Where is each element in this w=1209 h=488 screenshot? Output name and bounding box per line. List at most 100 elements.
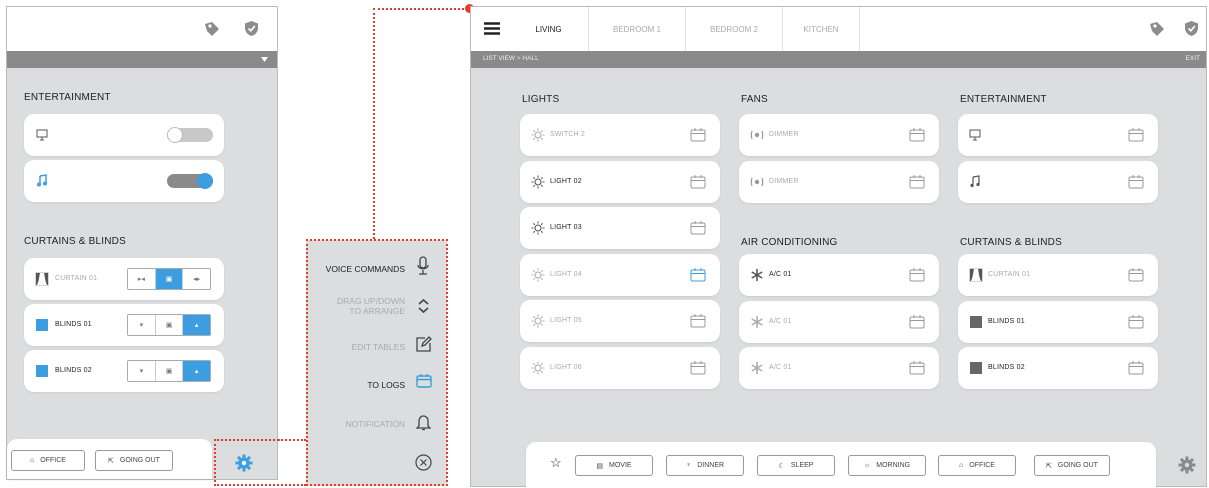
snowflake-icon: [750, 268, 764, 287]
segment-1[interactable]: ▣: [156, 361, 184, 381]
calendar-icon[interactable]: [909, 314, 925, 334]
tab-label: BEDROOM 1: [612, 24, 661, 34]
device-card[interactable]: [958, 160, 1158, 203]
device-label: A/C 01: [769, 364, 792, 371]
calendar-icon[interactable]: [909, 267, 925, 287]
callout-box-menu: [306, 239, 448, 486]
dinner-icon: ♆: [685, 462, 692, 469]
device-card[interactable]: SWITCH 2: [520, 114, 720, 156]
curtain-control[interactable]: ▾ ▣ ▴: [127, 360, 211, 382]
sleep-icon: ☾: [778, 462, 785, 470]
device-card[interactable]: BLINDS 01: [958, 300, 1158, 343]
shield-icon[interactable]: [244, 20, 259, 37]
device-label: DIMMER: [769, 177, 799, 185]
segment-2[interactable]: ▴: [183, 315, 211, 335]
curtain-control[interactable]: ▸◂ ▣ ◂▸: [127, 268, 211, 290]
callout-link-gear: [278, 439, 306, 441]
going-out-icon: ⇱: [108, 457, 114, 465]
segment-1[interactable]: ▣: [155, 269, 184, 289]
tag-icon[interactable]: [1149, 21, 1165, 37]
device-card[interactable]: A/C 01: [739, 300, 939, 343]
curtain-row[interactable]: BLINDS 01 ▾ ▣ ▴: [24, 304, 224, 346]
segment-0[interactable]: ▾: [128, 361, 156, 381]
scene-office-button[interactable]: ⌂ OFFICE: [938, 455, 1016, 476]
toggle-knob: [167, 127, 183, 143]
calendar-icon[interactable]: [909, 127, 925, 147]
scene-going-out-button[interactable]: ⇱ GOING OUT: [95, 450, 173, 471]
hamburger-menu-icon[interactable]: [484, 22, 500, 35]
segment-2[interactable]: ▴: [183, 361, 211, 381]
scene-label: MORNING: [876, 462, 911, 469]
calendar-icon[interactable]: [1128, 127, 1144, 147]
blinds-icon: [35, 364, 49, 383]
scene-label: GOING OUT: [1057, 462, 1098, 469]
fan-icon: [750, 175, 764, 194]
device-label: BLINDS 01: [988, 317, 1025, 325]
dropdown-arrow-icon[interactable]: [261, 57, 268, 62]
device-label: BLINDS 02: [988, 364, 1025, 371]
calendar-icon[interactable]: [909, 174, 925, 194]
calendar-icon[interactable]: [690, 360, 706, 380]
calendar-icon[interactable]: [690, 127, 706, 147]
segment-0[interactable]: ▾: [128, 315, 156, 335]
curtain-row[interactable]: BLINDS 02 ▾ ▣ ▴: [24, 350, 224, 392]
device-card[interactable]: DIMMER: [739, 114, 939, 156]
office-icon: ⌂: [30, 457, 35, 464]
scene-dinner-button[interactable]: ♆ DINNER: [666, 455, 744, 476]
music-toggle[interactable]: [167, 173, 213, 189]
scene-movie-button[interactable]: ▤ MOVIE: [575, 455, 653, 476]
device-label: A/C 01: [769, 271, 792, 278]
device-card[interactable]: A/C 01: [739, 347, 939, 389]
device-card[interactable]: LIGHT 05: [520, 300, 720, 342]
device-card[interactable]: LIGHT 02: [520, 160, 720, 203]
segment-0[interactable]: ▸◂: [128, 269, 156, 289]
tag-icon[interactable]: [204, 21, 220, 37]
breadcrumb[interactable]: LIST VIEW > HALL: [483, 55, 539, 62]
device-card[interactable]: DIMMER: [739, 160, 939, 203]
device-card[interactable]: BLINDS 02: [958, 347, 1158, 389]
tab-bedroom-1[interactable]: BEDROOM 1: [589, 7, 686, 51]
curtain-label: BLINDS 01: [55, 321, 92, 328]
left-scene-bar: ⌂ OFFICE ⇱ GOING OUT: [7, 439, 212, 479]
scene-morning-button[interactable]: ☼ MORNING: [848, 455, 926, 476]
tv-toggle[interactable]: [167, 127, 213, 143]
calendar-icon[interactable]: [690, 174, 706, 194]
calendar-icon[interactable]: [1128, 360, 1144, 380]
device-label: SWITCH 2: [550, 131, 586, 138]
shield-icon[interactable]: [1184, 20, 1199, 37]
segment-1[interactable]: ▣: [156, 315, 184, 335]
curtain-control[interactable]: ▾ ▣ ▴: [127, 314, 211, 336]
entertainment-row-tv[interactable]: [24, 114, 224, 156]
calendar-icon[interactable]: [690, 267, 706, 287]
calendar-icon[interactable]: [690, 313, 706, 333]
scene-sleep-button[interactable]: ☾ SLEEP: [757, 455, 835, 476]
calendar-icon[interactable]: [690, 220, 706, 240]
device-card[interactable]: CURTAIN 01: [958, 254, 1158, 296]
calendar-icon[interactable]: [909, 360, 925, 380]
curtains-title: CURTAINS & BLINDS: [960, 237, 1062, 248]
device-card[interactable]: LIGHT 04: [520, 253, 720, 296]
scene-label: OFFICE: [969, 462, 995, 469]
scene-going-out-button[interactable]: ⇱ GOING OUT: [1034, 455, 1110, 476]
entertainment-row-music[interactable]: [24, 160, 224, 202]
curtain-row[interactable]: CURTAIN 01 ▸◂ ▣ ◂▸: [24, 258, 224, 300]
curtains-title: CURTAINS & BLINDS: [24, 236, 126, 247]
device-card[interactable]: [958, 114, 1158, 156]
calendar-icon[interactable]: [1128, 267, 1144, 287]
snowflake-icon: [750, 315, 764, 334]
scene-office-button[interactable]: ⌂ OFFICE: [11, 450, 85, 471]
exit-link[interactable]: EXIT: [1186, 55, 1200, 62]
tab-kitchen[interactable]: KITCHEN: [783, 7, 860, 51]
device-card[interactable]: A/C 01: [739, 254, 939, 296]
segment-2[interactable]: ◂▸: [183, 269, 210, 289]
gear-icon[interactable]: [1178, 456, 1196, 474]
calendar-icon[interactable]: [1128, 314, 1144, 334]
device-card[interactable]: LIGHT 06: [520, 346, 720, 389]
curtain-icon: [35, 272, 49, 291]
device-card[interactable]: LIGHT 03: [520, 207, 720, 249]
calendar-icon[interactable]: [1128, 174, 1144, 194]
tab-bedroom-2[interactable]: BEDROOM 2: [686, 7, 783, 51]
bulb-icon: [531, 314, 545, 333]
tab-living[interactable]: LIVING: [509, 7, 589, 51]
star-icon[interactable]: ☆: [550, 455, 562, 471]
